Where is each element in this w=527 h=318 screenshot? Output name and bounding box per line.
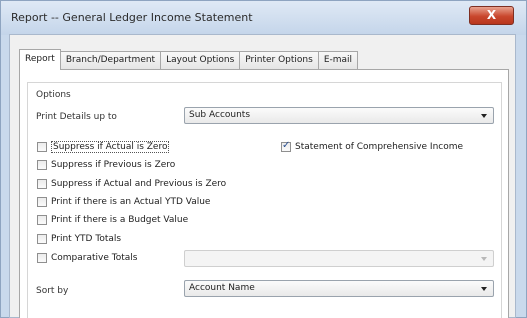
checkbox-box (37, 214, 47, 225)
checkbox-label: Suppress if Actual is Zero (51, 140, 170, 153)
checkbox-box (37, 233, 47, 244)
suppress-actual-zero-checkbox[interactable]: Suppress if Actual is Zero (37, 140, 170, 153)
print-budget-value-checkbox[interactable]: Print if there is a Budget Value (37, 213, 188, 226)
suppress-previous-zero-checkbox[interactable]: Suppress if Previous is Zero (37, 158, 175, 171)
title-bar[interactable]: Report -- General Ledger Income Statemen… (1, 1, 526, 35)
print-ytd-totals-checkbox[interactable]: Print YTD Totals (37, 232, 121, 245)
print-actual-ytd-checkbox[interactable]: Print if there is an Actual YTD Value (37, 195, 210, 208)
close-icon: X (486, 8, 497, 22)
print-details-value: Sub Accounts (189, 110, 251, 120)
tab-report[interactable]: Report (19, 49, 61, 70)
suppress-actual-previous-zero-checkbox[interactable]: Suppress if Actual and Previous is Zero (37, 177, 226, 190)
tab-strip: Report Branch/Department Layout Options … (19, 49, 359, 70)
print-details-select[interactable]: Sub Accounts (184, 107, 494, 124)
tab-branch-department[interactable]: Branch/Department (59, 51, 162, 70)
checkbox-label: Suppress if Actual and Previous is Zero (51, 178, 227, 189)
close-button[interactable]: X (469, 6, 514, 25)
comparative-totals-select[interactable] (184, 250, 494, 267)
checkbox-label: Statement of Comprehensive Income (295, 141, 464, 152)
checkbox-label: Print if there is an Actual YTD Value (51, 196, 211, 207)
checkbox-box (37, 159, 47, 170)
options-group-label: Options (36, 90, 71, 100)
window-title: Report -- General Ledger Income Statemen… (11, 11, 253, 24)
chevron-down-icon (481, 114, 487, 118)
sort-by-select[interactable]: Account Name (184, 280, 494, 297)
comparative-totals-checkbox[interactable]: Comparative Totals (37, 251, 137, 264)
sort-by-value: Account Name (189, 283, 255, 293)
sort-by-label: Sort by (36, 286, 69, 296)
checkbox-box (37, 141, 47, 152)
chevron-down-icon (481, 257, 487, 261)
checkmark-icon (281, 140, 291, 152)
checkbox-label: Comparative Totals (51, 252, 138, 263)
chevron-down-icon (481, 287, 487, 291)
tab-printer-options[interactable]: Printer Options (239, 51, 319, 70)
print-details-label: Print Details up to (36, 112, 117, 122)
tab-email[interactable]: E-mail (317, 51, 359, 70)
checkbox-label: Suppress if Previous is Zero (51, 159, 176, 170)
checkbox-box (37, 178, 47, 189)
checkbox-box (37, 252, 47, 263)
checkbox-label: Print if there is a Budget Value (51, 214, 189, 225)
tab-layout-options[interactable]: Layout Options (160, 51, 241, 70)
checkbox-label: Print YTD Totals (51, 233, 122, 244)
checkbox-box (37, 196, 47, 207)
comprehensive-income-checkbox[interactable]: Statement of Comprehensive Income (281, 140, 463, 153)
